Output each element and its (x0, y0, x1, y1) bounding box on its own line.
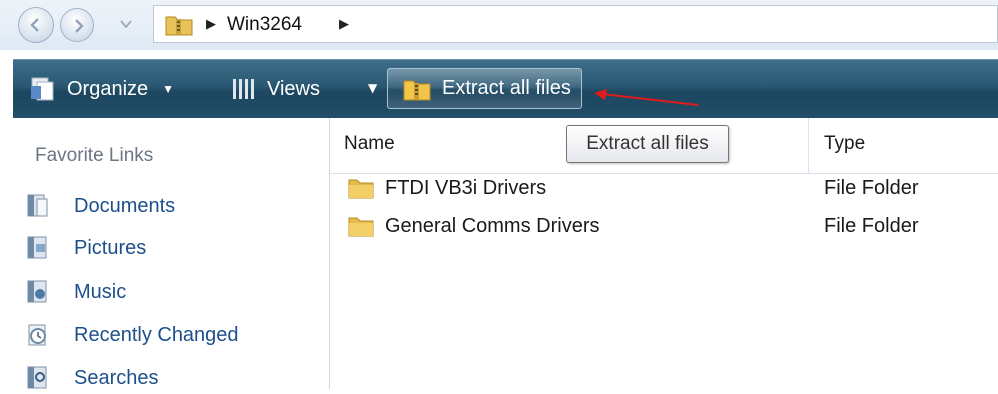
views-dropdown-icon[interactable]: ▼ (368, 81, 377, 95)
recently-changed-icon (28, 324, 46, 346)
address-bar: ▶ Win3264 ▶ (0, 0, 998, 50)
organize-button[interactable]: Organize ▼ (29, 60, 174, 118)
file-type: File Folder (824, 177, 919, 199)
back-arrow-icon (30, 18, 39, 32)
column-header-type[interactable]: Type (824, 133, 865, 155)
music-icon (27, 280, 47, 303)
forward-arrow-icon (75, 19, 84, 33)
nav-item-documents[interactable]: Documents (25, 190, 175, 222)
nav-item-searches[interactable]: Searches (25, 362, 159, 394)
recent-pages-dropdown-icon[interactable] (120, 18, 132, 30)
favorite-links-heading: Favorite Links (35, 145, 154, 166)
file-row[interactable]: FTDI VB3i Drivers File Folder (330, 172, 998, 206)
file-row[interactable]: General Comms Drivers File Folder (330, 210, 998, 244)
column-header-row: Name Type Extract all files (330, 118, 998, 174)
extract-tooltip: Extract all files (566, 125, 729, 163)
organize-icon (31, 77, 54, 101)
forward-button[interactable] (60, 8, 94, 42)
extract-all-files-button[interactable]: Extract all files (387, 68, 582, 109)
breadcrumb-separator-icon[interactable]: ▶ (339, 17, 349, 32)
nav-item-label: Pictures (74, 236, 147, 259)
zip-folder-icon (165, 16, 193, 36)
file-type: File Folder (824, 215, 919, 237)
views-label: Views (267, 77, 320, 100)
nav-item-music[interactable]: Music (25, 276, 126, 308)
pictures-icon (27, 236, 47, 259)
folder-icon (348, 217, 374, 237)
nav-item-recently-changed[interactable]: Recently Changed (25, 319, 239, 351)
file-list-pane: Name Type Extract all files FTDI VB3i Dr… (330, 118, 998, 389)
nav-item-pictures[interactable]: Pictures (25, 232, 146, 264)
nav-item-label: Documents (74, 194, 176, 217)
folder-icon (348, 179, 374, 199)
organize-dropdown-icon: ▼ (162, 82, 175, 96)
breadcrumb[interactable]: Win3264 (227, 14, 302, 36)
views-icon (233, 79, 254, 99)
documents-icon (27, 194, 48, 217)
command-bar: Organize ▼ Views ▼ Extract all files (13, 59, 998, 118)
searches-icon (27, 366, 47, 389)
nav-item-label: Recently Changed (74, 323, 239, 346)
navigation-pane: Favorite Links Documents Pictures Music (13, 118, 330, 389)
views-button[interactable]: Views (231, 60, 320, 118)
back-button[interactable] (18, 7, 54, 43)
nav-item-label: Music (74, 280, 127, 303)
column-divider[interactable] (808, 118, 809, 173)
extract-zip-icon (403, 80, 431, 100)
breadcrumb-separator-icon[interactable]: ▶ (206, 17, 216, 32)
file-name: FTDI VB3i Drivers (385, 177, 547, 199)
nav-item-label: Searches (74, 366, 159, 389)
address-field[interactable]: ▶ Win3264 ▶ (153, 5, 998, 43)
organize-label: Organize (67, 77, 149, 100)
extract-all-files-label: Extract all files (442, 77, 571, 99)
column-header-name[interactable]: Name (344, 133, 395, 155)
annotation-arrow-icon (594, 89, 699, 106)
file-name: General Comms Drivers (385, 215, 600, 237)
